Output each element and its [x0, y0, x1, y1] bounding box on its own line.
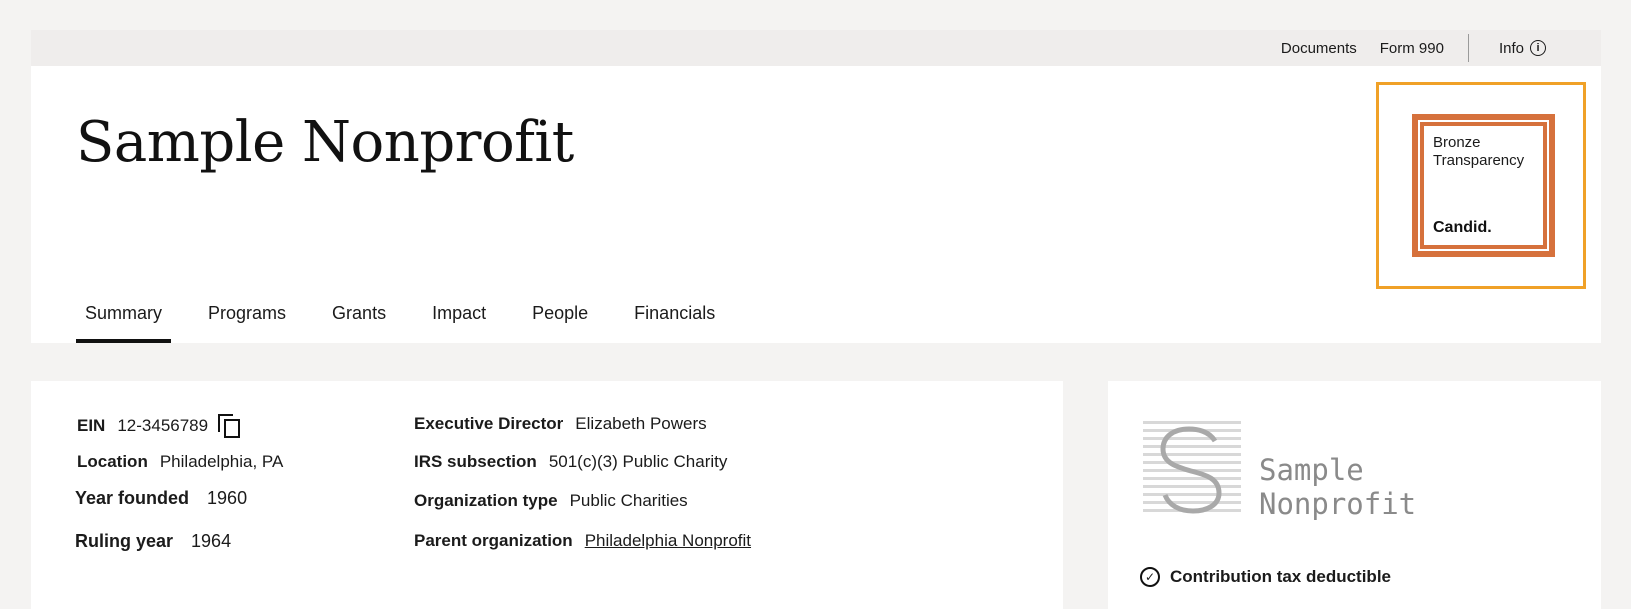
tab-programs[interactable]: Programs	[199, 284, 295, 343]
utility-links: Documents Form 990 Info i	[1281, 30, 1546, 66]
bronze-transparency-seal[interactable]: Bronze Transparency Candid.	[1412, 114, 1555, 257]
ruling-year-label: Ruling year	[75, 531, 174, 551]
logo-wordmark-line1: Sample	[1259, 453, 1364, 487]
organization-identity-card: Sample Nonprofit ✓ Contribution tax dedu…	[1108, 381, 1601, 609]
ein-label: EIN	[77, 416, 106, 435]
candid-logo: Candid.	[1433, 219, 1492, 236]
executive-director-label: Executive Director	[414, 414, 564, 433]
divider	[1467, 34, 1469, 62]
tax-deductible-status: ✓ Contribution tax deductible	[1140, 567, 1391, 587]
location-row: Location Philadelphia, PA	[77, 452, 283, 472]
info-button[interactable]: Info i	[1499, 40, 1546, 57]
seal-highlight-frame[interactable]: Bronze Transparency Candid.	[1376, 82, 1586, 289]
year-founded-row: Year founded 1960	[75, 488, 247, 509]
seal-level: Bronze	[1433, 134, 1481, 151]
irs-subsection-value: 501(c)(3) Public Charity	[548, 452, 728, 471]
organization-type-row: Organization type Public Charities	[414, 491, 688, 511]
copy-icon[interactable]	[218, 414, 241, 438]
tab-people[interactable]: People	[523, 284, 597, 343]
logo-wordmark: Sample Nonprofit	[1259, 453, 1416, 521]
location-label: Location	[77, 452, 148, 471]
documents-link[interactable]: Documents	[1281, 40, 1357, 57]
organization-type-label: Organization type	[414, 491, 558, 510]
location-value: Philadelphia, PA	[159, 452, 284, 471]
organization-logo-icon	[1143, 421, 1241, 514]
year-founded-label: Year founded	[75, 488, 190, 508]
irs-subsection-row: IRS subsection 501(c)(3) Public Charity	[414, 452, 727, 472]
ein-value: 12-3456789	[117, 416, 209, 435]
top-utility-bar: Documents Form 990 Info i	[31, 30, 1601, 66]
profile-header: Sample Nonprofit Bronze Transparency Can…	[31, 66, 1601, 343]
ruling-year-row: Ruling year 1964	[75, 531, 231, 552]
info-icon: i	[1530, 40, 1546, 56]
parent-organization-row: Parent organization Philadelphia Nonprof…	[414, 531, 751, 551]
tab-grants[interactable]: Grants	[323, 284, 395, 343]
parent-organization-link[interactable]: Philadelphia Nonprofit	[585, 531, 751, 551]
ein-row: EIN 12-3456789	[77, 414, 241, 438]
executive-director-value: Elizabeth Powers	[575, 414, 707, 433]
parent-organization-label: Parent organization	[414, 531, 573, 550]
executive-director-row: Executive Director Elizabeth Powers	[414, 414, 707, 434]
logo-wordmark-line2: Nonprofit	[1259, 487, 1417, 521]
form-990-link[interactable]: Form 990	[1380, 40, 1444, 57]
tab-summary[interactable]: Summary	[76, 284, 172, 343]
profile-tabs: Summary Programs Grants Impact People Fi…	[76, 284, 752, 343]
organization-facts-card: EIN 12-3456789 Location Philadelphia, PA…	[31, 381, 1063, 609]
check-circle-icon: ✓	[1140, 567, 1160, 587]
irs-subsection-label: IRS subsection	[414, 452, 537, 471]
page-title: Sample Nonprofit	[76, 110, 574, 175]
seal-type: Transparency	[1433, 152, 1525, 169]
tab-impact[interactable]: Impact	[423, 284, 495, 343]
organization-type-value: Public Charities	[569, 491, 688, 510]
info-label: Info	[1498, 39, 1524, 57]
tax-deductible-label: Contribution tax deductible	[1170, 567, 1391, 586]
ruling-year-value: 1964	[191, 531, 232, 551]
year-founded-value: 1960	[207, 488, 248, 508]
tab-financials[interactable]: Financials	[625, 284, 724, 343]
